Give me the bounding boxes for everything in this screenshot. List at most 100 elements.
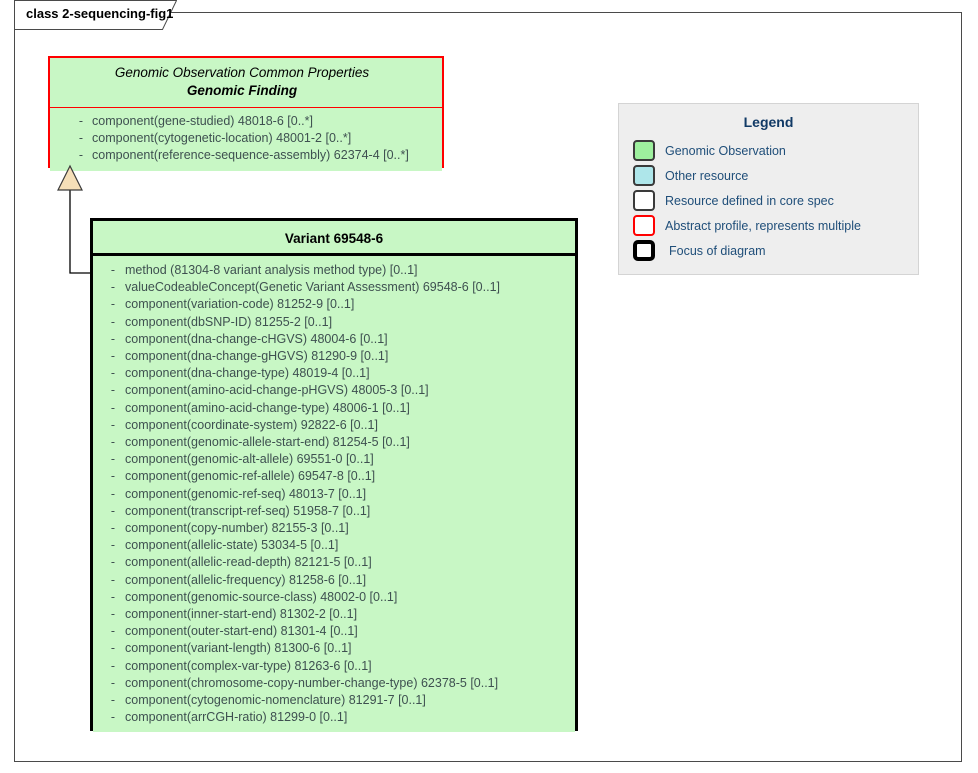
attribute-visibility-marker: - (110, 297, 116, 312)
white-fill-swatch (633, 190, 655, 211)
attribute-text: component(chromosome-copy-number-change-… (125, 675, 499, 690)
attribute-text: component(variant-length) 81300-6 [0..1] (125, 641, 352, 656)
attribute-visibility-marker: - (110, 521, 116, 536)
class-attribute-row: - component(dna-change-type) 48019-4 [0..… (93, 365, 575, 382)
attribute-text: component(allelic-state) 53034-5 [0..1] (125, 538, 339, 553)
legend-item-label: Genomic Observation (665, 143, 786, 158)
attribute-visibility-marker: - (110, 452, 116, 467)
legend-item-label: Resource defined in core spec (665, 193, 834, 208)
class-attribute-row: - component(coordinate-system) 92822-6 [0… (93, 417, 575, 434)
attribute-visibility-marker: - (78, 148, 84, 163)
attribute-text: component(genomic-ref-allele) 69547-8 [0… (125, 469, 376, 484)
attribute-visibility-marker: - (110, 538, 116, 553)
attribute-text: component(inner-start-end) 81302-2 [0..1… (125, 607, 358, 622)
attribute-visibility-marker: - (110, 693, 116, 708)
class-stereotype-label: Genomic Observation Common Properties (114, 65, 370, 80)
attribute-visibility-marker: - (110, 331, 116, 346)
attribute-visibility-marker: - (110, 589, 116, 604)
class-attribute-row: - component(outer-start-end) 81301-4 [0..… (93, 623, 575, 640)
class-attribute-row: - component(dna-change-gHGVS) 81290-9 [0.… (93, 348, 575, 365)
thick-black-outline-swatch (633, 240, 655, 261)
class-attribute-row: - component(dna-change-cHGVS) 48004-6 [0.… (93, 331, 575, 348)
class-box-variant[interactable]: Variant 69548-6 - method (81304-8 variant… (90, 218, 579, 733)
attribute-visibility-marker: - (78, 114, 84, 128)
attribute-visibility-marker: - (110, 366, 116, 381)
class-attribute-list-variant: - method (81304-8 variant analysis method… (93, 256, 575, 733)
attribute-visibility-marker: - (110, 486, 116, 501)
attribute-visibility-marker: - (110, 658, 116, 673)
legend-item: Abstract profile, represents multiple (619, 213, 918, 238)
attribute-visibility-marker: - (110, 400, 116, 415)
attribute-text: valueCodeableConcept(Genetic Variant Ass… (125, 280, 500, 295)
class-attribute-row: - method (81304-8 variant analysis method… (93, 262, 575, 279)
class-name-label: Variant 69548-6 (284, 231, 384, 246)
class-attribute-row: - component(cytogenetic-location) 48001-2… (50, 130, 442, 147)
attribute-text: component(allelic-read-depth) 82121-5 [0… (125, 555, 372, 570)
attribute-text: component(dna-change-cHGVS) 48004-6 [0..… (125, 331, 388, 346)
attribute-visibility-marker: - (110, 641, 116, 656)
attribute-text: component(transcript-ref-seq) 51958-7 [0… (125, 503, 371, 518)
legend-item: Genomic Observation (619, 138, 918, 163)
legend-item: Focus of diagram (619, 238, 918, 263)
attribute-text: component(complex-var-type) 81263-6 [0..… (125, 658, 372, 673)
class-attribute-row: - component(amino-acid-change-type) 48006… (93, 400, 575, 417)
attribute-visibility-marker: - (110, 607, 116, 622)
legend-item-label: Other resource (665, 168, 749, 183)
attribute-visibility-marker: - (110, 383, 116, 398)
diagram-title-label: class 2-sequencing-fig1 (26, 6, 174, 21)
class-attribute-row: - component(gene-studied) 48018-6 [0..*] (50, 113, 442, 130)
attribute-text: component(dbSNP-ID) 81255-2 [0..1] (125, 314, 333, 329)
class-header-variant: Variant 69548-6 (93, 221, 575, 256)
attribute-text: component(reference-sequence-assembly) 6… (92, 148, 409, 163)
attribute-visibility-marker: - (110, 349, 116, 364)
class-header-genomic-finding: Genomic Observation Common Properties Ge… (50, 58, 442, 108)
attribute-text: component(copy-number) 82155-3 [0..1] (125, 521, 349, 536)
class-attribute-row: - component(variation-code) 81252-9 [0..1… (93, 296, 575, 313)
legend-panel: Legend Genomic Observation Other resource… (618, 103, 919, 275)
class-attribute-row: - component(allelic-state) 53034-5 [0..1] (93, 537, 575, 554)
attribute-visibility-marker: - (110, 435, 116, 450)
attribute-text: component(dna-change-gHGVS) 81290-9 [0..… (125, 349, 389, 364)
class-attribute-row: - valueCodeableConcept(Genetic Variant As… (93, 279, 575, 296)
class-attribute-row: - component(inner-start-end) 81302-2 [0..… (93, 606, 575, 623)
attribute-visibility-marker: - (110, 469, 116, 484)
attribute-visibility-marker: - (110, 624, 116, 639)
class-attribute-row: - component(amino-acid-change-pHGVS) 4800… (93, 382, 575, 399)
class-name-label: Genomic Finding (186, 83, 298, 98)
attribute-text: component(outer-start-end) 81301-4 [0..1… (125, 624, 358, 639)
legend-item-list: Genomic Observation Other resource Resourc… (619, 138, 918, 263)
attribute-text: component(arrCGH-ratio) 81299-0 [0..1] (125, 710, 348, 725)
legend-title: Legend (743, 114, 794, 130)
attribute-text: component(gene-studied) 48018-6 [0..*] (92, 114, 313, 128)
attribute-text: component(amino-acid-change-type) 48006-… (125, 400, 410, 415)
attribute-visibility-marker: - (110, 417, 116, 432)
attribute-visibility-marker: - (110, 314, 116, 329)
class-attribute-row: - component(allelic-frequency) 81258-6 [0… (93, 572, 575, 589)
class-attribute-row: - component(variant-length) 81300-6 [0..1… (93, 640, 575, 657)
class-attribute-row: - component(allelic-read-depth) 82121-5 [… (93, 554, 575, 571)
attribute-text: component(allelic-frequency) 81258-6 [0.… (125, 572, 367, 587)
legend-item: Other resource (619, 163, 918, 188)
class-attribute-row: - component(genomic-allele-start-end) 812… (93, 434, 575, 451)
class-attribute-row: - component(genomic-alt-allele) 69551-0 [… (93, 451, 575, 468)
attribute-text: component(genomic-alt-allele) 69551-0 [0… (125, 452, 374, 467)
attribute-visibility-marker: - (110, 555, 116, 570)
class-attribute-row: - component(copy-number) 82155-3 [0..1] (93, 520, 575, 537)
attribute-text: component(variation-code) 81252-9 [0..1] (125, 297, 355, 312)
attribute-text: component(dna-change-type) 48019-4 [0..1… (125, 366, 370, 381)
class-attribute-row: - component(chromosome-copy-number-change… (93, 675, 575, 692)
class-attribute-row: - component(transcript-ref-seq) 51958-7 [… (93, 503, 575, 520)
class-attribute-row: - component(arrCGH-ratio) 81299-0 [0..1] (93, 709, 575, 726)
class-attribute-row: - component(reference-sequence-assembly) … (50, 147, 442, 164)
red-outline-swatch (633, 215, 655, 236)
legend-item: Resource defined in core spec (619, 188, 918, 213)
attribute-text: component(genomic-allele-start-end) 8125… (125, 435, 410, 450)
class-box-genomic-finding[interactable]: Genomic Observation Common Properties Ge… (48, 56, 446, 171)
blue-fill-swatch (633, 165, 655, 186)
class-attribute-row: - component(complex-var-type) 81263-6 [0.… (93, 658, 575, 675)
attribute-visibility-marker: - (110, 572, 116, 587)
attribute-visibility-marker: - (110, 503, 116, 518)
class-attribute-row: - component(genomic-source-class) 48002-0… (93, 589, 575, 606)
attribute-text: component(cytogenomic-nomenclature) 8129… (125, 693, 426, 708)
attribute-visibility-marker: - (110, 280, 116, 295)
